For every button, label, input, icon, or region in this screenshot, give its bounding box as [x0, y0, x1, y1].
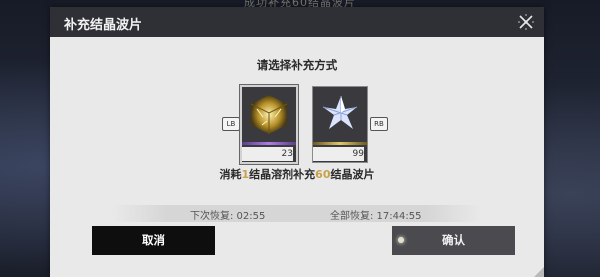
consume-suffix: 结晶波片: [330, 168, 375, 181]
cancel-button[interactable]: 取消: [92, 226, 215, 255]
lb-hint: LB: [222, 117, 240, 131]
dialog-header: 补充结晶波片: [50, 7, 544, 37]
confirm-label: 确认: [442, 233, 465, 247]
recovery-bar: 下次恢复: 02:55 全部恢复: 17:44:55: [112, 205, 482, 222]
consume-gain: 60: [315, 168, 331, 181]
rb-hint: RB: [370, 117, 388, 131]
item-crystal[interactable]: 99: [312, 86, 368, 163]
item-count: 99: [313, 147, 364, 161]
full-recovery: 全部恢复: 17:44:55: [330, 211, 422, 222]
selected-indicator: [242, 142, 296, 145]
next-recovery: 下次恢复: 02:55: [190, 211, 266, 222]
close-icon: [518, 14, 534, 30]
crystal-solvent-icon: [242, 87, 296, 142]
consume-middle: 结晶溶剂补充: [249, 168, 316, 181]
item-crystal-solvent[interactable]: 23: [240, 85, 298, 164]
dialog-title: 补充结晶波片: [64, 18, 143, 33]
confirm-button[interactable]: 确认: [392, 226, 515, 255]
item-rarity-bar: [313, 142, 367, 145]
crystal-icon: [313, 87, 367, 142]
confirm-glow-icon: [398, 237, 404, 243]
consume-text: 消耗1结晶溶剂补充60结晶波片: [50, 166, 544, 182]
dialog-subtitle: 请选择补充方式: [256, 58, 338, 72]
item-count: 23: [242, 147, 293, 161]
close-button[interactable]: [516, 12, 536, 32]
consume-prefix: 消耗: [219, 168, 242, 181]
replenish-dialog: 补充结晶波片 请选择补充方式 LB 23 99 RB 消耗1结晶溶剂补充60结晶…: [50, 7, 544, 277]
